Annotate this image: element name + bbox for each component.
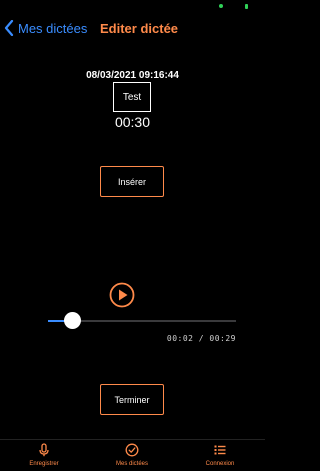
insert-button[interactable]: Insérer bbox=[100, 166, 164, 197]
play-icon bbox=[109, 282, 135, 308]
tab-my-dictations[interactable]: Mes dictées bbox=[97, 443, 167, 471]
finish-button[interactable]: Terminer bbox=[100, 384, 164, 415]
battery-indicator-icon bbox=[245, 4, 248, 9]
tab-label: Connexion bbox=[205, 461, 235, 467]
dictation-duration: 00:30 bbox=[114, 114, 151, 130]
play-button[interactable] bbox=[109, 282, 135, 308]
back-button[interactable]: Mes dictées bbox=[4, 18, 87, 38]
list-icon bbox=[214, 445, 226, 455]
chevron-left-icon bbox=[4, 19, 16, 37]
tab-login[interactable]: Connexion bbox=[185, 443, 255, 471]
playback-slider[interactable] bbox=[48, 312, 236, 329]
dictation-timestamp: 08/03/2021 09:16:44 bbox=[86, 70, 179, 81]
check-circle-icon bbox=[125, 443, 139, 457]
status-indicator-dot bbox=[219, 4, 223, 8]
status-bar bbox=[0, 0, 265, 14]
playback-slider-thumb[interactable] bbox=[64, 312, 82, 329]
microphone-icon bbox=[39, 443, 49, 457]
playback-time-readout: 00:02 / 00:29 bbox=[166, 334, 236, 343]
page-title: Editer dictée bbox=[100, 21, 179, 36]
tab-bar: Enregistrer Mes dictées Connexion bbox=[0, 439, 265, 471]
tab-label: Enregistrer bbox=[29, 461, 59, 467]
tab-record[interactable]: Enregistrer bbox=[9, 443, 79, 471]
dictation-title-field[interactable]: Test bbox=[113, 82, 151, 112]
navigation-bar: Mes dictées Editer dictée bbox=[0, 14, 265, 42]
tab-label: Mes dictées bbox=[115, 461, 148, 467]
back-button-label: Mes dictées bbox=[18, 20, 88, 36]
